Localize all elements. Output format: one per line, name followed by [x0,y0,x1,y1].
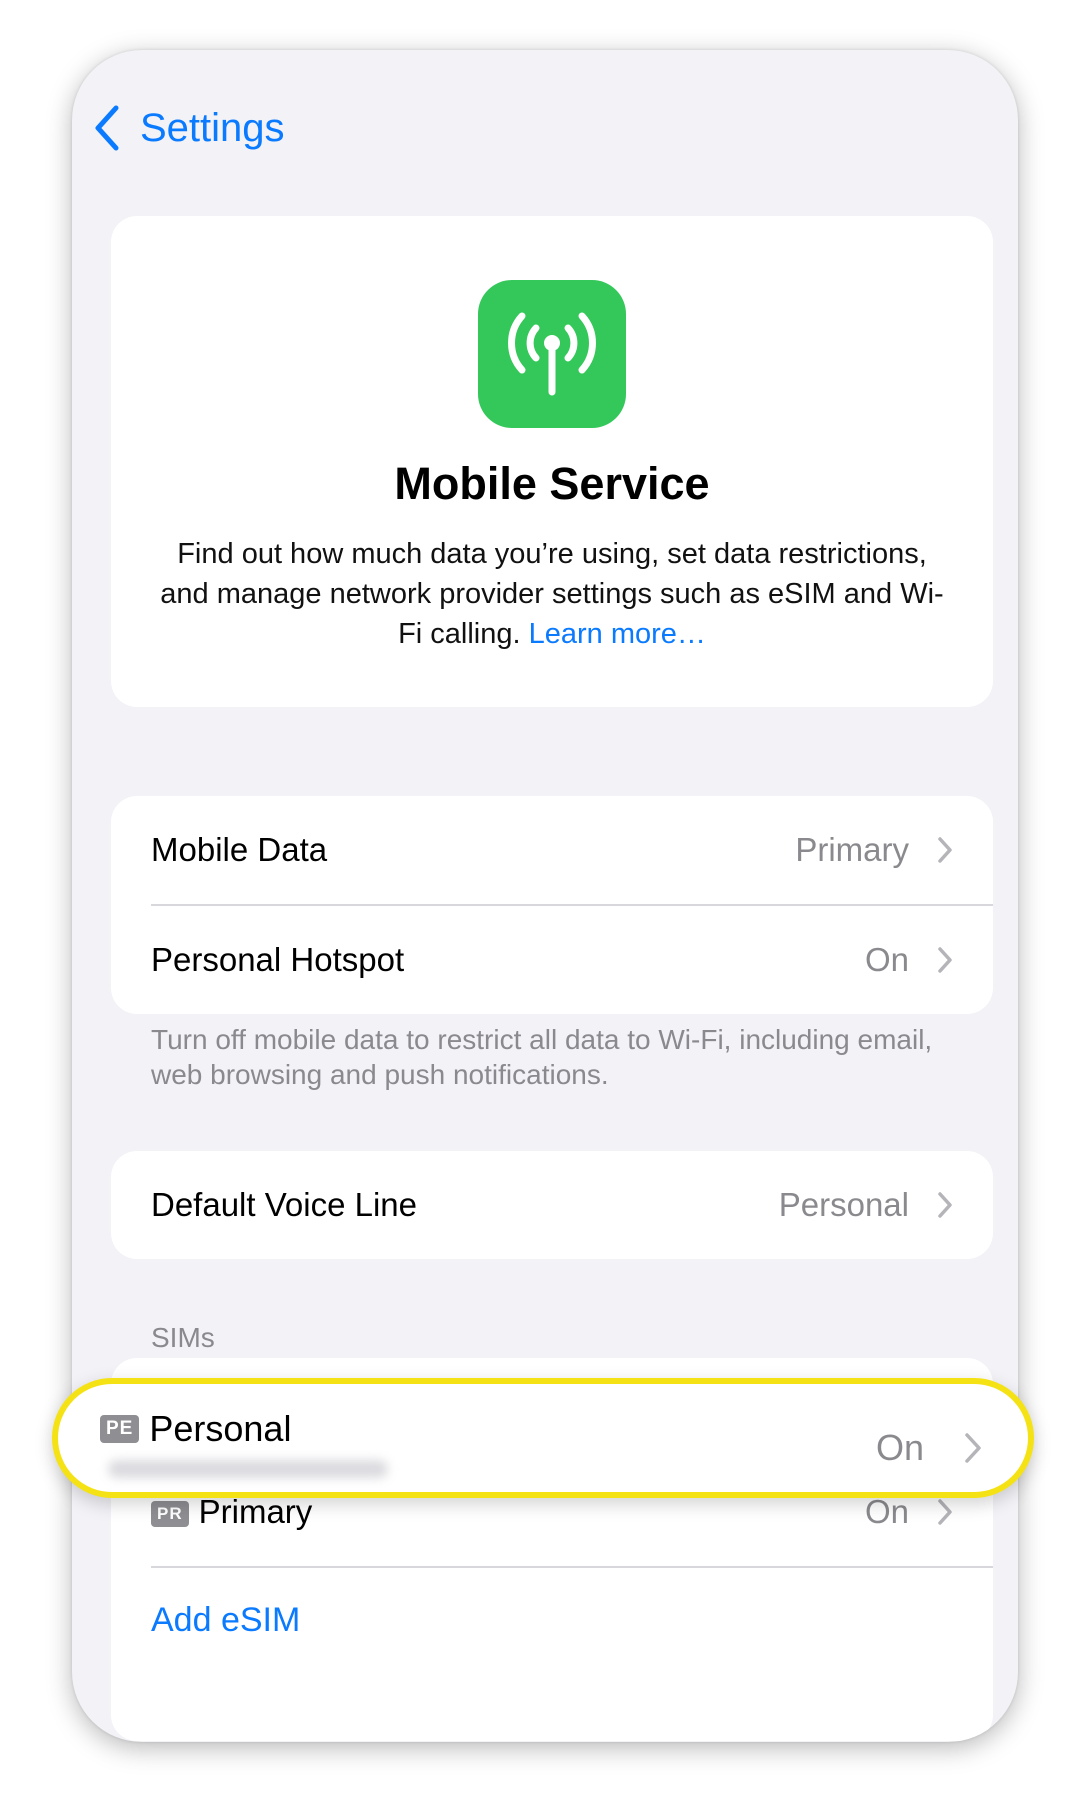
sim-primary-label: Primary [198,1493,313,1530]
sim-row-personal-highlighted[interactable]: PE Personal On [52,1378,1034,1498]
back-button[interactable]: Settings [92,92,285,164]
back-label: Settings [140,105,285,150]
chevron-right-icon [938,1192,952,1218]
page-title: Mobile Service [394,458,710,509]
mobile-data-value: Primary [795,831,909,868]
mobile-data-group: Mobile Data Primary Personal Hotspot On [111,796,993,1014]
add-esim-link[interactable]: Add eSIM [151,1601,300,1640]
sim-personal-label: Personal [149,1408,292,1449]
default-voice-line-value: Personal [778,1186,909,1223]
mobile-data-row[interactable]: Mobile Data Primary [111,796,993,904]
chevron-right-icon [938,1499,952,1525]
personal-hotspot-label: Personal Hotspot [151,941,405,978]
add-esim-row[interactable]: Add eSIM [111,1568,993,1672]
sim-personal-main: PE Personal [100,1384,876,1492]
sim-personal-title: PE Personal [100,1408,291,1450]
chevron-right-icon [965,1433,981,1463]
mobile-service-header-card: Mobile Service Find out how much data yo… [111,216,993,707]
chevron-right-icon [938,837,952,863]
mobile-data-footnote: Turn off mobile data to restrict all dat… [151,1024,933,1090]
hero-description: Find out how much data you’re using, set… [151,534,953,654]
sim-primary-label-wrap: PR Primary [151,1493,865,1531]
redacted-phone-number [108,1460,388,1478]
mobile-data-label: Mobile Data [151,831,328,868]
sim-personal-value: On [875,1427,924,1468]
chevron-left-icon [95,105,119,151]
default-voice-line-row[interactable]: Default Voice Line Personal [111,1151,993,1259]
sim-badge: PR [151,1501,189,1528]
sim-primary-value: On [864,1493,909,1530]
voice-line-group: Default Voice Line Personal [111,1151,993,1259]
sim-badge: PE [100,1415,140,1443]
default-voice-line-label: Default Voice Line [151,1186,418,1223]
personal-hotspot-value: On [864,941,909,978]
chevron-right-icon [938,947,952,973]
learn-more-link[interactable]: Learn more… [529,618,706,650]
sims-section-header: SIMs [151,1322,215,1353]
antenna-radiowaves-icon [478,280,626,428]
personal-hotspot-row[interactable]: Personal Hotspot On [111,906,993,1014]
